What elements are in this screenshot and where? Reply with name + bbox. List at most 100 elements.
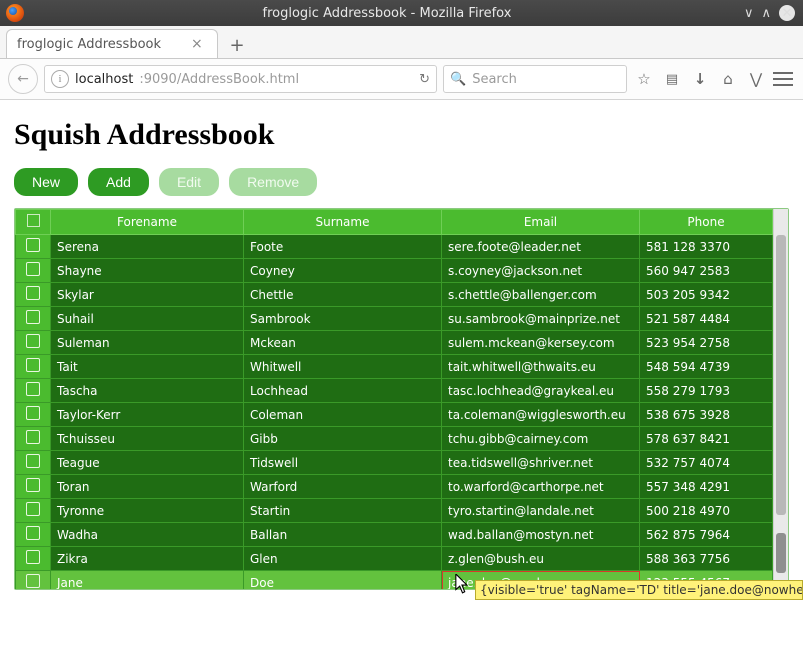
cell-surname[interactable]: Lochhead (244, 379, 442, 403)
row-checkbox[interactable] (16, 379, 51, 403)
column-surname[interactable]: Surname (244, 210, 442, 235)
table-row[interactable]: ToranWarfordto.warford@carthorpe.net557 … (16, 475, 773, 499)
cell-phone[interactable]: 557 348 4291 (640, 475, 773, 499)
cell-email[interactable]: to.warford@carthorpe.net (442, 475, 640, 499)
cell-forename[interactable]: Tyronne (51, 499, 244, 523)
cell-forename[interactable]: Jane (51, 571, 244, 590)
cell-phone[interactable]: 500 218 4970 (640, 499, 773, 523)
menu-button[interactable] (773, 72, 795, 86)
table-row[interactable]: SkylarChettles.chettle@ballenger.com503 … (16, 283, 773, 307)
bookmark-icon[interactable]: ☆ (633, 70, 655, 88)
cell-surname[interactable]: Tidswell (244, 451, 442, 475)
row-checkbox[interactable] (16, 259, 51, 283)
browser-search-field[interactable]: 🔍 Search (443, 65, 627, 93)
vertical-scrollbar[interactable] (773, 209, 788, 589)
cell-surname[interactable]: Ballan (244, 523, 442, 547)
cell-phone[interactable]: 538 675 3928 (640, 403, 773, 427)
cell-forename[interactable]: Teague (51, 451, 244, 475)
downloads-icon[interactable]: ↓ (689, 70, 711, 88)
table-row[interactable]: Taylor-KerrColemanta.coleman@wiggleswort… (16, 403, 773, 427)
table-row[interactable]: SulemanMckeansulem.mckean@kersey.com523 … (16, 331, 773, 355)
cell-phone[interactable]: 588 363 7756 (640, 547, 773, 571)
cell-phone[interactable]: 521 587 4484 (640, 307, 773, 331)
new-tab-button[interactable]: + (224, 32, 250, 58)
cell-surname[interactable]: Coyney (244, 259, 442, 283)
cell-forename[interactable]: Tait (51, 355, 244, 379)
cell-surname[interactable]: Startin (244, 499, 442, 523)
row-checkbox[interactable] (16, 571, 51, 590)
new-button[interactable]: New (14, 168, 78, 196)
cell-email[interactable]: tchu.gibb@cairney.com (442, 427, 640, 451)
cell-email[interactable]: s.chettle@ballenger.com (442, 283, 640, 307)
row-checkbox[interactable] (16, 451, 51, 475)
url-field[interactable]: i localhost:9090/AddressBook.html ↻ (44, 65, 437, 93)
cell-forename[interactable]: Taylor-Kerr (51, 403, 244, 427)
cell-forename[interactable]: Shayne (51, 259, 244, 283)
cell-forename[interactable]: Toran (51, 475, 244, 499)
cell-forename[interactable]: Skylar (51, 283, 244, 307)
row-checkbox[interactable] (16, 547, 51, 571)
window-minimize-icon[interactable]: ∨ (744, 6, 754, 21)
cell-email[interactable]: s.coyney@jackson.net (442, 259, 640, 283)
library-icon[interactable]: ▤ (661, 72, 683, 87)
cell-email[interactable]: su.sambrook@mainprize.net (442, 307, 640, 331)
column-forename[interactable]: Forename (51, 210, 244, 235)
row-checkbox[interactable] (16, 523, 51, 547)
table-row[interactable]: SuhailSambrooksu.sambrook@mainprize.net5… (16, 307, 773, 331)
window-maximize-icon[interactable]: ∧ (761, 6, 771, 21)
cell-phone[interactable]: 532 757 4074 (640, 451, 773, 475)
cell-phone[interactable]: 562 875 7964 (640, 523, 773, 547)
cell-phone[interactable]: 558 279 1793 (640, 379, 773, 403)
scrollbar-thumb[interactable] (776, 235, 786, 515)
cell-phone[interactable]: 581 128 3370 (640, 235, 773, 259)
cell-surname[interactable]: Chettle (244, 283, 442, 307)
reload-icon[interactable]: ↻ (419, 72, 430, 87)
browser-tab[interactable]: froglogic Addressbook × (6, 29, 218, 58)
row-checkbox[interactable] (16, 307, 51, 331)
row-checkbox[interactable] (16, 355, 51, 379)
cell-phone[interactable]: 548 594 4739 (640, 355, 773, 379)
table-row[interactable]: TaschaLochheadtasc.lochhead@graykeal.eu5… (16, 379, 773, 403)
row-checkbox[interactable] (16, 283, 51, 307)
cell-forename[interactable]: Suleman (51, 331, 244, 355)
cell-surname[interactable]: Warford (244, 475, 442, 499)
cell-email[interactable]: ta.coleman@wigglesworth.eu (442, 403, 640, 427)
cell-phone[interactable]: 503 205 9342 (640, 283, 773, 307)
cell-surname[interactable]: Doe (244, 571, 442, 590)
header-checkbox[interactable] (16, 210, 51, 235)
row-checkbox[interactable] (16, 403, 51, 427)
table-row[interactable]: TyronneStartintyro.startin@landale.net50… (16, 499, 773, 523)
table-row[interactable]: ShayneCoyneys.coyney@jackson.net560 947 … (16, 259, 773, 283)
window-close-icon[interactable]: ✕ (779, 5, 795, 21)
row-checkbox[interactable] (16, 427, 51, 451)
table-row[interactable]: SerenaFootesere.foote@leader.net581 128 … (16, 235, 773, 259)
cell-surname[interactable]: Gibb (244, 427, 442, 451)
edit-button[interactable]: Edit (159, 168, 219, 196)
cell-email[interactable]: tait.whitwell@thwaits.eu (442, 355, 640, 379)
table-row[interactable]: WadhaBallanwad.ballan@mostyn.net562 875 … (16, 523, 773, 547)
cell-email[interactable]: tyro.startin@landale.net (442, 499, 640, 523)
row-checkbox[interactable] (16, 499, 51, 523)
site-info-icon[interactable]: i (51, 70, 69, 88)
table-row[interactable]: TaitWhitwelltait.whitwell@thwaits.eu548 … (16, 355, 773, 379)
cell-email[interactable]: z.glen@bush.eu (442, 547, 640, 571)
cell-forename[interactable]: Tchuisseu (51, 427, 244, 451)
row-checkbox[interactable] (16, 475, 51, 499)
cell-forename[interactable]: Zikra (51, 547, 244, 571)
cell-forename[interactable]: Tascha (51, 379, 244, 403)
cell-email[interactable]: sulem.mckean@kersey.com (442, 331, 640, 355)
cell-email[interactable]: tasc.lochhead@graykeal.eu (442, 379, 640, 403)
cell-phone[interactable]: 523 954 2758 (640, 331, 773, 355)
tab-close-icon[interactable]: × (191, 36, 203, 52)
cell-forename[interactable]: Serena (51, 235, 244, 259)
column-phone[interactable]: Phone (640, 210, 773, 235)
cell-forename[interactable]: Suhail (51, 307, 244, 331)
row-checkbox[interactable] (16, 235, 51, 259)
column-email[interactable]: Email (442, 210, 640, 235)
remove-button[interactable]: Remove (229, 168, 317, 196)
cell-email[interactable]: tea.tidswell@shriver.net (442, 451, 640, 475)
table-row[interactable]: TchuisseuGibbtchu.gibb@cairney.com578 63… (16, 427, 773, 451)
cell-surname[interactable]: Glen (244, 547, 442, 571)
cell-surname[interactable]: Sambrook (244, 307, 442, 331)
back-button[interactable]: ← (8, 64, 38, 94)
